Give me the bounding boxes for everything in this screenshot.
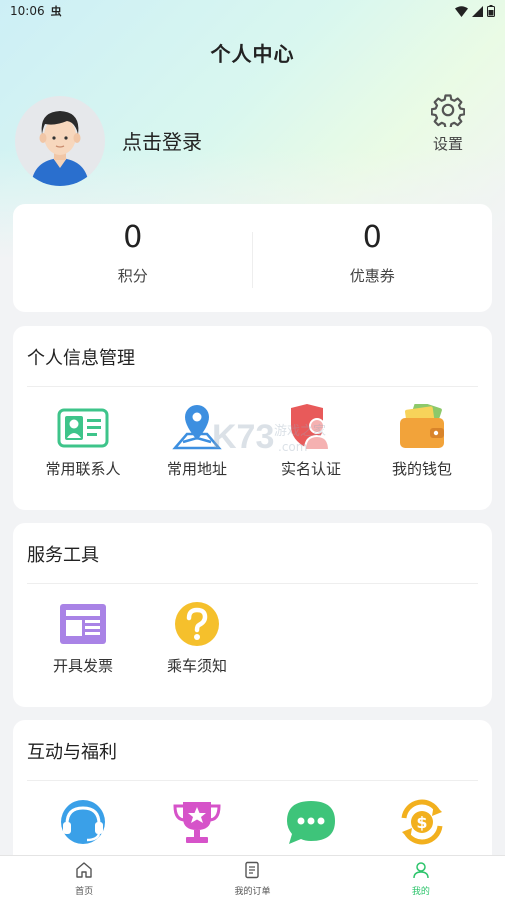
wallet-label: 我的钱包 (391, 460, 452, 478)
page-title: 个人中心 (210, 42, 295, 66)
contact-card-icon (57, 408, 109, 448)
coupons-label: 优惠券 (349, 267, 395, 285)
chat-bubble-icon (287, 801, 335, 844)
exchange-item[interactable]: $ (367, 798, 477, 846)
login-prompt[interactable]: 点击登录 (122, 126, 202, 155)
settings-label: 设置 (432, 135, 463, 153)
tab-mine-label: 我的 (411, 887, 430, 897)
watermark-text: K73 (212, 418, 275, 456)
bottom-tab-bar: 首页 我的订单 我的 (0, 855, 505, 898)
gear-icon (430, 94, 466, 130)
section-divider (27, 780, 478, 781)
tab-home-label: 首页 (75, 887, 94, 897)
svg-text:$: $ (416, 813, 427, 832)
section-title-benefits: 互动与福利 (27, 742, 117, 763)
wallet-item[interactable]: 我的钱包 (367, 404, 477, 479)
wifi-icon (455, 5, 468, 17)
points-value: 0 (123, 220, 143, 255)
tab-mine[interactable]: 我的 (337, 856, 505, 898)
person-icon (413, 862, 429, 879)
stats-card: 0 积分 0 优惠券 (13, 204, 492, 312)
points-label: 积分 (117, 267, 148, 285)
invoice-label: 开具发票 (52, 657, 113, 675)
status-icons (455, 5, 495, 17)
currency-exchange-icon: $ (401, 799, 443, 845)
watermark-subtext: 游戏之家 (274, 424, 327, 439)
status-time: 10:06 (10, 4, 45, 18)
signal-icon (472, 5, 483, 17)
ride-notice-item[interactable]: 乘车须知 (142, 601, 252, 676)
invoice-icon (60, 604, 106, 644)
customer-service-icon (61, 800, 105, 844)
section-divider (27, 386, 478, 387)
wallet-icon (400, 404, 444, 448)
battery-icon (487, 5, 495, 17)
customer-service-item[interactable] (28, 798, 138, 846)
coupons-stat[interactable]: 0 优惠券 (253, 204, 493, 312)
section-title-personal: 个人信息管理 (27, 348, 135, 369)
service-tools-card: 服务工具 开具发票 乘车须知 (13, 523, 492, 707)
status-carrier-glyph: 虫 (50, 5, 62, 18)
points-stat[interactable]: 0 积分 (13, 204, 253, 312)
tab-orders[interactable]: 我的订单 (168, 856, 336, 898)
contacts-item[interactable]: 常用联系人 (28, 406, 138, 479)
order-list-icon (245, 861, 260, 879)
contacts-label: 常用联系人 (45, 460, 121, 478)
settings-button[interactable]: 设置 (426, 93, 470, 154)
ride-notice-label: 乘车须知 (166, 657, 227, 675)
section-title-tools: 服务工具 (27, 545, 99, 566)
status-bar: 10:06 虫 (0, 0, 505, 22)
avatar[interactable] (15, 96, 105, 186)
tab-orders-label: 我的订单 (234, 887, 271, 897)
section-divider (27, 583, 478, 584)
invoice-item[interactable]: 开具发票 (28, 601, 138, 676)
messages-item[interactable] (256, 798, 366, 846)
default-avatar-icon (31, 111, 89, 186)
trophy-item[interactable] (142, 798, 252, 846)
watermark-domain: .com (278, 440, 308, 454)
home-icon (76, 862, 92, 878)
tab-home[interactable]: 首页 (0, 856, 168, 898)
watermark-logo: K73 游戏之家 .com (212, 418, 342, 464)
question-icon (175, 602, 219, 646)
trophy-icon (173, 802, 221, 843)
coupons-value: 0 (362, 220, 382, 255)
